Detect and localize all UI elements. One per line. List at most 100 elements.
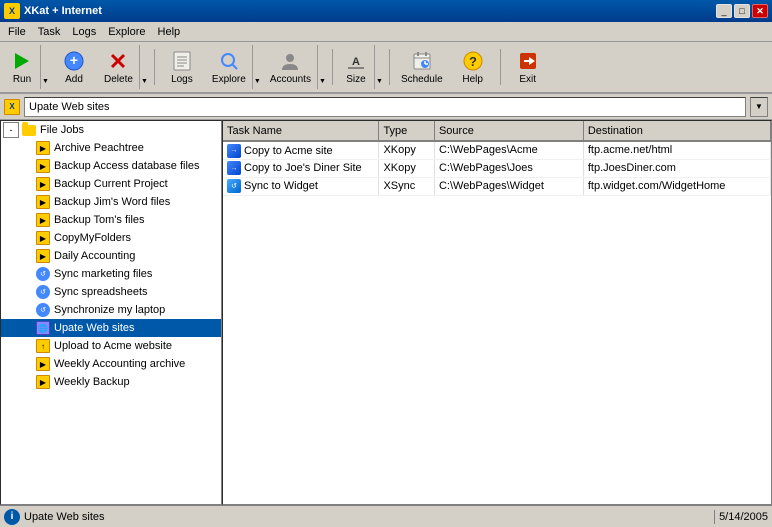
address-bar: X Upate Web sites ▼ xyxy=(0,94,772,120)
table-row[interactable]: → Copy to Joe's Diner Site XKopy C:\WebP… xyxy=(223,159,771,177)
tree-selected-item[interactable]: 🌐 Upate Web sites xyxy=(1,319,221,337)
list-item[interactable]: ↺ Sync marketing files xyxy=(1,265,221,283)
tree-root[interactable]: - File Jobs xyxy=(1,121,221,139)
row-icon-1: → xyxy=(227,161,241,175)
main-area: - File Jobs ▶ Archive Peachtree ▶ Backup… xyxy=(0,120,772,505)
status-right: 5/14/2005 xyxy=(710,510,768,524)
accounts-button[interactable]: Accounts xyxy=(264,45,317,89)
status-divider xyxy=(714,510,715,524)
delete-button[interactable]: Delete xyxy=(98,45,139,89)
logs-label: Logs xyxy=(171,74,193,85)
item-icon-11: ↑ xyxy=(35,338,51,354)
size-icon: A xyxy=(344,49,368,72)
separator-3 xyxy=(389,49,390,85)
row-type-0: XKopy xyxy=(379,141,435,159)
list-item[interactable]: ▶ Backup Jim's Word files xyxy=(1,193,221,211)
svg-text:?: ? xyxy=(469,54,477,69)
list-item[interactable]: ▶ Weekly Accounting archive xyxy=(1,355,221,373)
row-dest-1: ftp.JoesDiner.com xyxy=(583,159,770,177)
accounts-arrow[interactable]: ▼ xyxy=(317,45,327,89)
col-header-destination[interactable]: Destination xyxy=(583,121,770,141)
size-arrow[interactable]: ▼ xyxy=(374,45,384,89)
row-source-1: C:\WebPages\Joes xyxy=(434,159,583,177)
maximize-button[interactable]: □ xyxy=(734,4,750,18)
menu-help[interactable]: Help xyxy=(152,24,187,40)
item-icon-3: ▶ xyxy=(35,194,51,210)
list-item[interactable]: ▶ Archive Peachtree xyxy=(1,139,221,157)
menu-explore[interactable]: Explore xyxy=(102,24,151,40)
list-item[interactable]: ▶ Weekly Backup xyxy=(1,373,221,391)
delete-arrow[interactable]: ▼ xyxy=(139,45,149,89)
list-item[interactable]: ▶ Backup Access database files xyxy=(1,157,221,175)
explore-button-group: Explore ▼ xyxy=(206,45,262,89)
size-label: Size xyxy=(346,74,365,85)
tree-item-label-12: Weekly Accounting archive xyxy=(54,358,185,370)
row-type-2: XSync xyxy=(379,177,435,195)
explore-button[interactable]: Explore xyxy=(206,45,252,89)
item-icon-1: ▶ xyxy=(35,158,51,174)
row-dest-2: ftp.widget.com/WidgetHome xyxy=(583,177,770,195)
file-jobs-icon xyxy=(21,122,37,138)
list-item[interactable]: ↺ Synchronize my laptop xyxy=(1,301,221,319)
row-name-1: Copy to Joe's Diner Site xyxy=(244,162,362,174)
exit-button[interactable]: Exit xyxy=(506,45,550,89)
minimize-button[interactable]: _ xyxy=(716,4,732,18)
menu-task[interactable]: Task xyxy=(32,24,67,40)
tree-expand-root[interactable]: - xyxy=(3,122,19,138)
window-title: XKat + Internet xyxy=(24,5,102,17)
menu-logs[interactable]: Logs xyxy=(66,24,102,40)
col-header-type[interactable]: Type xyxy=(379,121,435,141)
tree-item-label-11: Upload to Acme website xyxy=(54,340,172,352)
explore-arrow[interactable]: ▼ xyxy=(252,45,262,89)
col-header-source[interactable]: Source xyxy=(434,121,583,141)
run-arrow[interactable]: ▼ xyxy=(40,45,50,89)
help-button[interactable]: ? Help xyxy=(451,45,495,89)
tree-item-label-0: Archive Peachtree xyxy=(54,142,144,154)
item-icon-13: ▶ xyxy=(35,374,51,390)
add-label: Add xyxy=(65,74,83,85)
tree-root-label: File Jobs xyxy=(40,124,84,136)
delete-icon xyxy=(106,49,130,72)
task-table: Task Name Type Source Destination → Copy… xyxy=(223,121,771,196)
separator-4 xyxy=(500,49,501,85)
exit-label: Exit xyxy=(519,74,536,85)
schedule-label: Schedule xyxy=(401,74,443,85)
window-controls: _ □ ✕ xyxy=(716,4,768,18)
run-button[interactable]: Run xyxy=(4,45,40,89)
tree-item-label-5: CopyMyFolders xyxy=(54,232,131,244)
list-item[interactable]: ▶ CopyMyFolders xyxy=(1,229,221,247)
menu-file[interactable]: File xyxy=(2,24,32,40)
accounts-label: Accounts xyxy=(270,74,311,85)
logs-button[interactable]: Logs xyxy=(160,45,204,89)
row-type-1: XKopy xyxy=(379,159,435,177)
tree-item-label-10: Upate Web sites xyxy=(54,322,135,334)
row-source-0: C:\WebPages\Acme xyxy=(434,141,583,159)
item-icon-12: ▶ xyxy=(35,356,51,372)
table-row[interactable]: → Copy to Acme site XKopy C:\WebPages\Ac… xyxy=(223,141,771,159)
run-label: Run xyxy=(13,74,31,85)
row-source-2: C:\WebPages\Widget xyxy=(434,177,583,195)
status-text: Upate Web sites xyxy=(24,511,105,523)
row-name-2: Sync to Widget xyxy=(244,180,318,192)
add-button[interactable]: + Add xyxy=(52,45,96,89)
list-item[interactable]: ▶ Backup Tom's files xyxy=(1,211,221,229)
status-info-icon: i xyxy=(4,509,20,525)
status-bar: i Upate Web sites 5/14/2005 xyxy=(0,505,772,527)
item-icon-0: ▶ xyxy=(35,140,51,156)
list-item[interactable]: ↺ Sync spreadsheets xyxy=(1,283,221,301)
explore-icon xyxy=(217,49,241,72)
item-icon-8: ↺ xyxy=(35,284,51,300)
item-icon-5: ▶ xyxy=(35,230,51,246)
tree-item-label-8: Sync spreadsheets xyxy=(54,286,148,298)
list-item[interactable]: ▶ Backup Current Project xyxy=(1,175,221,193)
list-item[interactable]: ▶ Daily Accounting xyxy=(1,247,221,265)
schedule-button[interactable]: Schedule xyxy=(395,45,449,89)
col-header-name[interactable]: Task Name xyxy=(223,121,379,141)
close-button[interactable]: ✕ xyxy=(752,4,768,18)
list-item[interactable]: ↑ Upload to Acme website xyxy=(1,337,221,355)
size-button[interactable]: A Size xyxy=(338,45,374,89)
address-input[interactable]: Upate Web sites xyxy=(24,97,746,117)
address-dropdown[interactable]: ▼ xyxy=(750,97,768,117)
status-left: i Upate Web sites xyxy=(4,509,105,525)
table-row[interactable]: ↺ Sync to Widget XSync C:\WebPages\Widge… xyxy=(223,177,771,195)
